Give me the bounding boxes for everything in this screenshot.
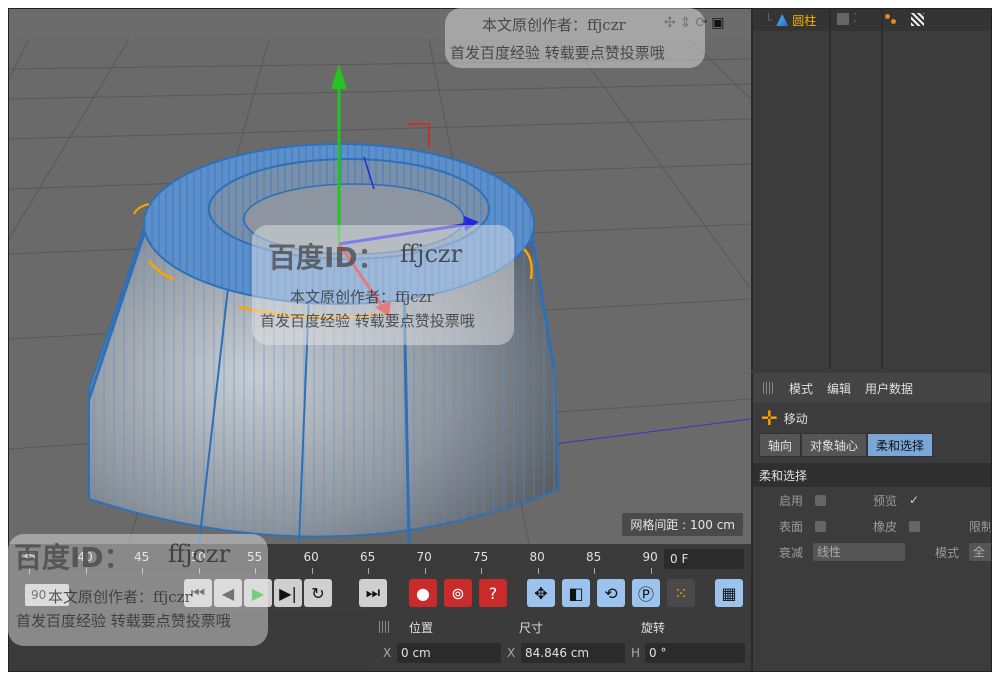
timeline-tick-label: 75	[473, 550, 489, 564]
param-row-falloff: 衰减 线性 模式 全	[753, 539, 991, 565]
timeline-tick-label: 70	[416, 550, 432, 564]
watermark-id: 百度ID：	[14, 541, 132, 574]
scale-key-icon[interactable]: ◧	[562, 579, 590, 607]
attribute-tabs: 轴向 对象轴心 柔和选择	[759, 433, 991, 457]
x-size-label: X	[507, 646, 516, 660]
x-position-field[interactable]: 0 cm	[397, 643, 501, 663]
watermark-share: 首发百度经验 转载要点赞投票哦	[16, 612, 231, 630]
watermark-share: 首发百度经验 转载要点赞投票哦	[260, 312, 475, 330]
menu-mode[interactable]: 模式	[789, 380, 813, 397]
tab-object-axis[interactable]: 对象轴心	[801, 433, 868, 457]
grid-spacing-label: 网格间距 : 100 cm	[622, 513, 743, 536]
move-tool-icon: ✛	[761, 406, 778, 430]
rubber-checkbox[interactable]	[909, 520, 920, 532]
limit-label: 限制	[969, 519, 992, 534]
point-level-icon[interactable]: ⁙	[667, 579, 695, 607]
surface-checkbox[interactable]	[815, 520, 826, 532]
mode-label: 模式	[935, 545, 960, 560]
record-key-icon[interactable]: ●	[409, 579, 437, 607]
tree-connector: └	[765, 13, 773, 27]
visibility-dots-icon[interactable]: ⁚	[853, 11, 857, 25]
column-divider	[829, 9, 831, 369]
h-rotation-label: H	[631, 646, 641, 660]
step-forward-icon[interactable]: ▶|	[274, 579, 302, 607]
mode-dropdown[interactable]: 全	[969, 543, 991, 561]
watermark-id-name: ffjczr	[168, 540, 231, 568]
position-header: 位置	[409, 620, 434, 635]
go-to-end-icon[interactable]: ⏭	[359, 579, 387, 607]
param-row-enable: 启用 预览 ✓	[753, 487, 991, 513]
watermark-author: 本文原创作者：ffjczr	[290, 288, 434, 306]
rubber-label: 橡皮	[873, 519, 898, 534]
surface-label: 表面	[779, 519, 804, 534]
falloff-dropdown[interactable]: 线性	[813, 543, 905, 561]
keyframe-selection-icon[interactable]: ?	[479, 579, 507, 607]
material-tag-icon[interactable]	[911, 13, 924, 26]
object-manager: └ 圆柱 ⁚	[751, 9, 991, 369]
layer-icon[interactable]	[837, 13, 849, 25]
h-rotation-field[interactable]: 0 °	[645, 643, 745, 663]
timeline-tick-label: 85	[586, 550, 602, 564]
timeline-tick-label: 90	[642, 550, 658, 564]
tab-soft-selection[interactable]: 柔和选择	[867, 433, 934, 457]
watermark-author: 本文原创作者：ffjczr	[482, 16, 626, 34]
coordinate-headers: 位置 尺寸 旋转	[369, 614, 751, 640]
rotation-header: 旋转	[641, 620, 666, 635]
tool-name: 移动	[783, 411, 808, 426]
auto-key-icon[interactable]: ⊚	[444, 579, 472, 607]
size-header: 尺寸	[519, 620, 544, 635]
watermark-share: 首发百度经验 转载要点赞投票哦	[450, 44, 665, 62]
param-row-surface: 表面 橡皮 限制	[753, 513, 992, 539]
parameter-key-icon[interactable]: Ⓟ	[632, 579, 660, 607]
coordinate-row-x: X 0 cm X 84.846 cm H 0 °	[369, 640, 751, 666]
column-divider	[881, 9, 883, 369]
object-name: 圆柱	[792, 13, 817, 28]
film-strip-icon[interactable]: ▦	[715, 579, 743, 607]
preview-label: 预览	[873, 493, 898, 508]
menu-userdata[interactable]: 用户数据	[865, 380, 913, 397]
move-key-icon[interactable]: ✥	[527, 579, 555, 607]
timeline-tick-label: 80	[529, 550, 545, 564]
watermark-author: 本文原创作者：ffjczr	[48, 588, 192, 606]
watermark-id: 百度ID：	[268, 241, 386, 274]
object-row-cylinder[interactable]: └ 圆柱 ⁚	[753, 9, 991, 31]
grip-icon[interactable]	[379, 621, 391, 633]
x-size-field[interactable]: 84.846 cm	[521, 643, 625, 663]
tab-axis[interactable]: 轴向	[759, 433, 802, 457]
coordinate-manager: 位置 尺寸 旋转 X 0 cm X 84.846 cm H 0 °	[369, 614, 751, 671]
enable-checkbox[interactable]	[815, 494, 826, 506]
phong-tag-icon[interactable]	[885, 14, 899, 26]
menu-edit[interactable]: 编辑	[827, 380, 851, 397]
timeline-tick-label: 65	[360, 550, 376, 564]
x-position-label: X	[383, 646, 392, 660]
enable-label: 启用	[779, 493, 804, 508]
tool-title: ✛ 移动	[753, 403, 991, 433]
preview-checkbox[interactable]: ✓	[909, 493, 919, 507]
watermark-id-name: ffjczr	[400, 240, 463, 268]
attribute-menu-bar: 模式 编辑 用户数据	[753, 373, 991, 403]
grip-icon[interactable]	[763, 382, 775, 394]
timeline-tick-label: 60	[303, 550, 319, 564]
maximize-view-icon[interactable]: ▣	[711, 15, 724, 31]
section-header: 柔和选择	[753, 463, 991, 487]
attribute-manager: 模式 编辑 用户数据 ✛ 移动 轴向 对象轴心 柔和选择 柔和选择 启用 预览 …	[751, 373, 992, 671]
cylinder-object-icon	[776, 14, 789, 26]
loop-icon[interactable]: ↻	[304, 579, 332, 607]
falloff-label: 衰减	[779, 545, 804, 560]
rotate-key-icon[interactable]: ⟲	[597, 579, 625, 607]
current-frame-field[interactable]: 0 F	[664, 549, 744, 569]
